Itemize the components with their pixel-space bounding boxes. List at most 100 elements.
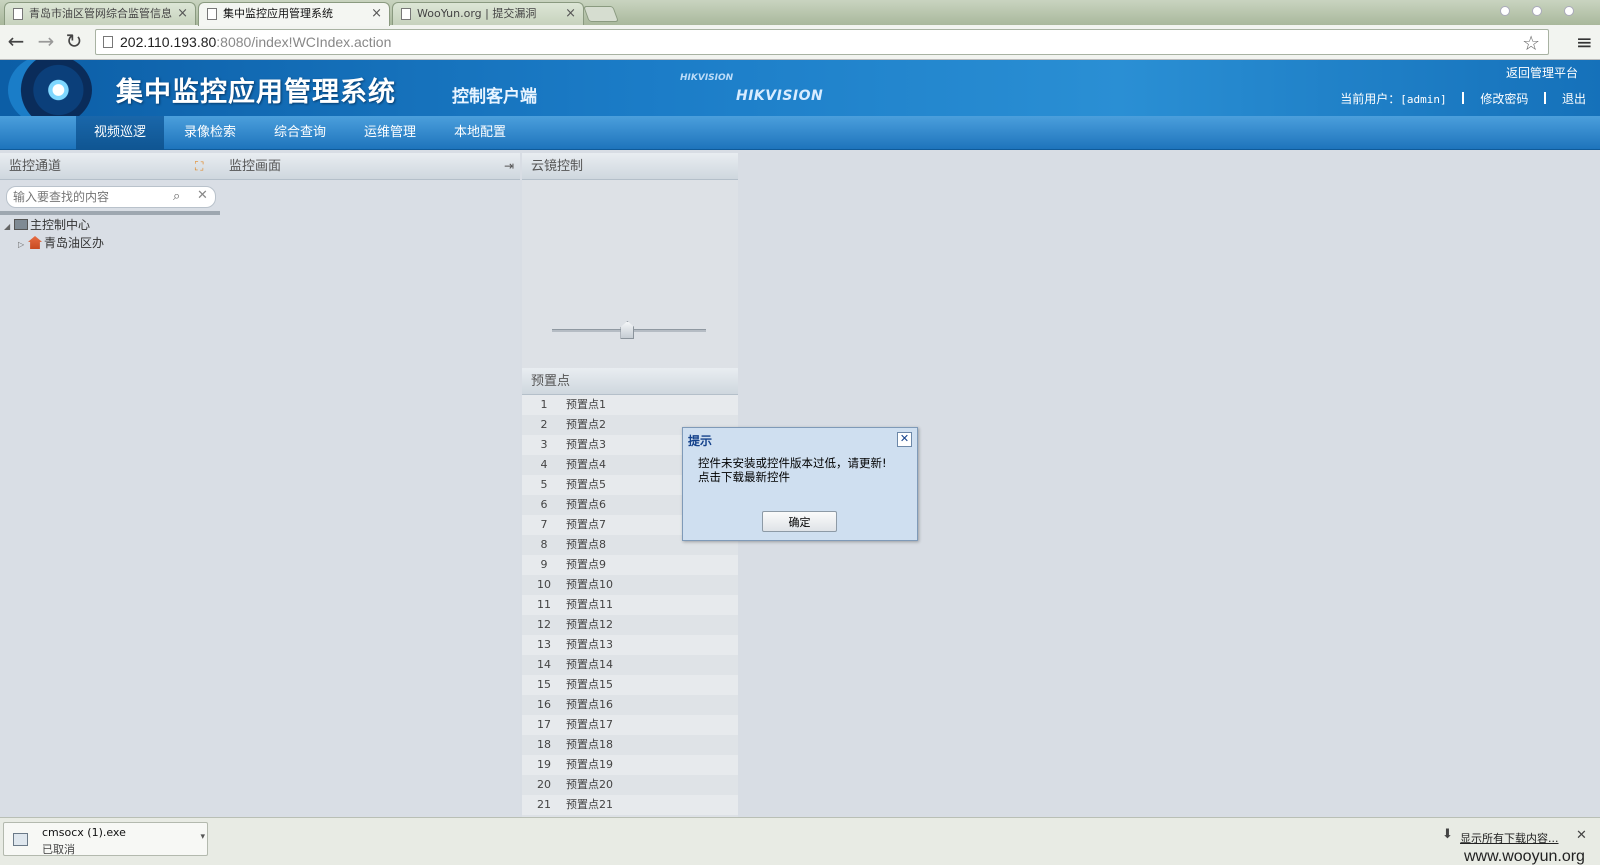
channel-search: ⌕ ✕	[6, 186, 216, 208]
preset-row[interactable]: 14 预置点14	[522, 655, 738, 675]
reload-icon[interactable]: ↻	[62, 30, 86, 54]
preset-row[interactable]: 13 预置点13	[522, 635, 738, 655]
nav-recording-search[interactable]: 录像检索	[166, 116, 254, 150]
url-text: 202.110.193.80:8080/index!WCIndex.action	[120, 34, 391, 50]
preset-number: 20	[537, 778, 551, 791]
preset-name: 预置点11	[566, 598, 613, 611]
divider	[1544, 92, 1547, 104]
preset-row[interactable]: 11 预置点11	[522, 595, 738, 615]
locate-icon[interactable]: ⛶	[195, 159, 209, 173]
preset-row[interactable]: 9 预置点9	[522, 555, 738, 575]
preset-number: 12	[537, 618, 551, 631]
app-title: 集中监控应用管理系统	[116, 77, 396, 108]
preset-number: 16	[537, 698, 551, 711]
preset-row[interactable]: 19 预置点19	[522, 755, 738, 775]
computer-icon	[14, 219, 28, 230]
browser-tab-3[interactable]: WooYun.org | 提交漏洞 ×	[392, 2, 584, 25]
page-icon	[13, 8, 23, 20]
minimize-button[interactable]	[1500, 6, 1510, 16]
nav-query[interactable]: 综合查询	[256, 116, 344, 150]
preset-row[interactable]: 17 预置点17	[522, 715, 738, 735]
logout-link[interactable]: 退出	[1562, 92, 1586, 106]
show-all-downloads-link[interactable]: 显示所有下载内容...	[1460, 830, 1559, 846]
new-tab-button[interactable]	[583, 6, 619, 22]
dock-right-icon[interactable]: ⇥	[504, 153, 514, 180]
bookmark-star-icon[interactable]: ☆	[1522, 31, 1540, 55]
chevron-down-icon[interactable]: ▾	[200, 832, 205, 842]
nav-video-patrol[interactable]: 视频巡逻	[76, 116, 164, 150]
tree-node-root[interactable]: ◢ 主控制中心	[4, 216, 216, 234]
preset-name: 预置点7	[566, 518, 606, 531]
preset-name: 预置点18	[566, 738, 613, 751]
preset-name: 预置点2	[566, 418, 606, 431]
preset-row[interactable]: 20 预置点20	[522, 775, 738, 795]
nav-local-config[interactable]: 本地配置	[436, 116, 524, 150]
channel-search-input[interactable]	[13, 189, 163, 205]
monitor-panel-header: 监控画面 ⇥	[220, 153, 520, 180]
download-arrow-icon: ⬇	[1442, 827, 1453, 842]
expand-icon[interactable]: ▷	[18, 236, 28, 254]
forward-arrow-icon[interactable]: →	[34, 30, 58, 54]
return-platform-link[interactable]: 返回管理平台	[1506, 64, 1578, 81]
page-icon	[401, 8, 411, 20]
dialog-title: 提示	[688, 434, 713, 448]
change-password-link[interactable]: 修改密码	[1480, 92, 1528, 106]
preset-row[interactable]: 1 预置点1	[522, 395, 738, 415]
preset-name: 预置点21	[566, 798, 613, 811]
browser-menu-icon[interactable]: ≡	[1576, 30, 1593, 54]
maximize-button[interactable]	[1532, 6, 1542, 16]
preset-title: 预置点	[531, 374, 571, 389]
download-item[interactable]: cmsocx (1).exe 已取消 ▾	[3, 822, 208, 856]
tab-close-icon[interactable]: ×	[177, 3, 188, 25]
dialog-message-line: 点击下载最新控件	[698, 470, 790, 484]
tab-close-icon[interactable]: ×	[371, 3, 382, 25]
preset-number: 3	[540, 438, 548, 451]
preset-row[interactable]: 21 预置点21	[522, 795, 738, 815]
preset-row[interactable]: 10 预置点10	[522, 575, 738, 595]
home-icon	[28, 236, 42, 249]
preset-number: 19	[537, 758, 551, 771]
address-bar[interactable]: 202.110.193.80:8080/index!WCIndex.action…	[95, 29, 1549, 55]
search-icon[interactable]: ⌕	[173, 189, 180, 204]
preset-name: 预置点5	[566, 478, 606, 491]
brand-logo: HIKVISION	[736, 88, 824, 104]
tab-close-icon[interactable]: ×	[565, 3, 576, 25]
exe-file-icon	[13, 833, 28, 846]
monitor-panel: 监控画面 ⇥	[220, 153, 520, 817]
dialog-message-line: 控件未安装或控件版本过低，请更新!	[698, 456, 887, 470]
channel-panel-title: 监控通道	[9, 159, 62, 174]
preset-row[interactable]: 12 预置点12	[522, 615, 738, 635]
browser-tab-2[interactable]: 集中监控应用管理系统 ×	[198, 2, 390, 26]
ptz-panel-header: 云镜控制	[522, 153, 738, 180]
browser-toolbar: ← → ↻ 202.110.193.80:8080/index!WCIndex.…	[0, 25, 1600, 60]
preset-number: 15	[537, 678, 551, 691]
brand-small: HIKVISION	[680, 73, 734, 83]
preset-row[interactable]: 18 预置点18	[522, 735, 738, 755]
ok-button[interactable]: 确定	[762, 511, 837, 532]
preset-row[interactable]: 16 预置点16	[522, 695, 738, 715]
watermark: www.wooyun.org	[1464, 848, 1585, 865]
preset-name: 预置点6	[566, 498, 606, 511]
close-icon[interactable]: ✕	[897, 432, 912, 447]
page-icon	[103, 36, 113, 48]
tree-node-child[interactable]: ▷ 青岛油区办	[4, 234, 216, 252]
monitor-panel-title: 监控画面	[229, 159, 282, 174]
close-window-button[interactable]	[1564, 6, 1574, 16]
preset-name: 预置点10	[566, 578, 613, 591]
preset-name: 预置点8	[566, 538, 606, 551]
tree-node-label: 主控制中心	[30, 218, 91, 232]
main-nav: 视频巡逻 录像检索 综合查询 运维管理 本地配置	[0, 116, 1600, 150]
preset-number: 6	[540, 498, 548, 511]
nav-maintenance[interactable]: 运维管理	[346, 116, 434, 150]
download-bar: cmsocx (1).exe 已取消 ▾ ⬇ 显示所有下载内容... ✕ www…	[0, 817, 1600, 865]
zoom-slider-thumb[interactable]	[620, 321, 635, 339]
close-icon[interactable]: ✕	[1576, 828, 1587, 843]
clear-icon[interactable]: ✕	[197, 188, 208, 203]
browser-tab-strip: 青岛市油区管网综合监管信息 × 集中监控应用管理系统 × WooYun.org …	[0, 0, 1600, 26]
current-user: [admin]	[1400, 93, 1447, 106]
preset-row[interactable]: 15 预置点15	[522, 675, 738, 695]
back-arrow-icon[interactable]: ←	[4, 30, 28, 54]
browser-tab-1[interactable]: 青岛市油区管网综合监管信息 ×	[4, 2, 196, 25]
preset-number: 9	[540, 558, 548, 571]
page-icon	[207, 8, 217, 20]
